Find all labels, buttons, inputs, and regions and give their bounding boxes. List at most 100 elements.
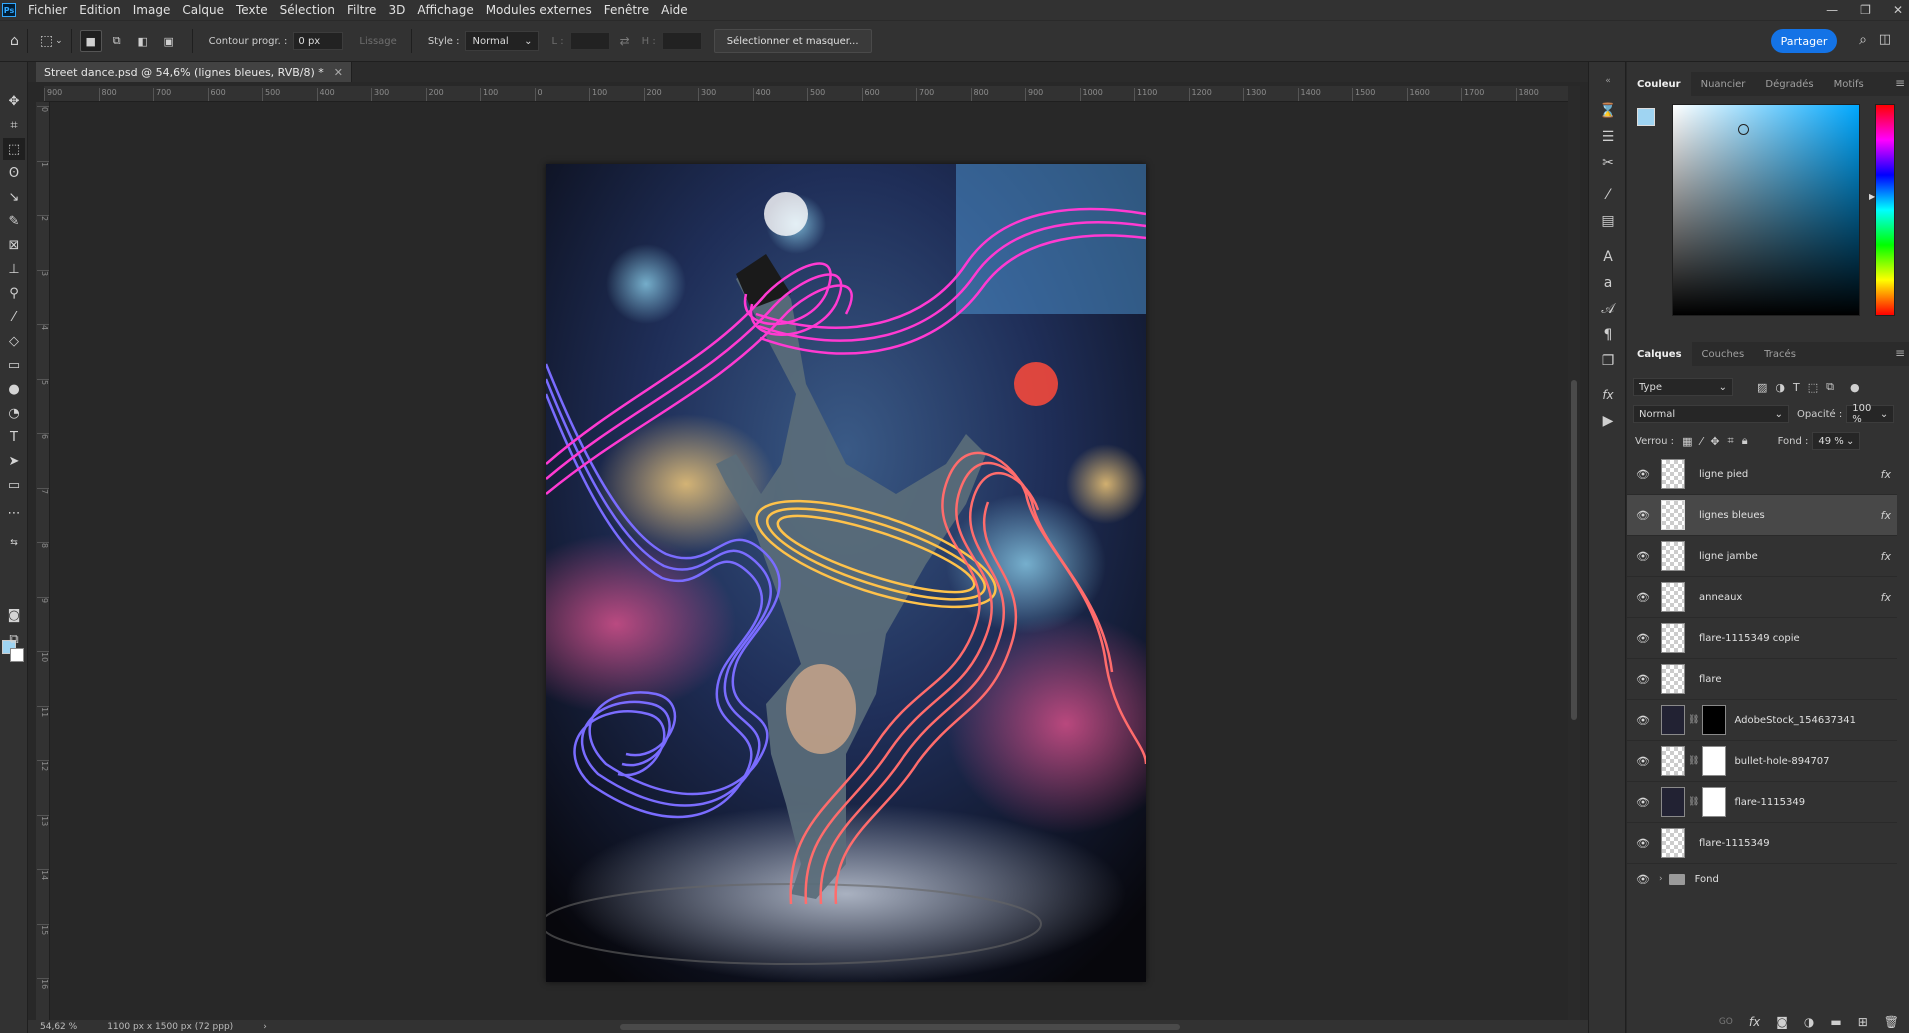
search-icon[interactable]: ⌕ bbox=[1859, 32, 1867, 48]
layer-row-ligne-jambe[interactable]: 👁︎ ligne jambe fx bbox=[1627, 536, 1897, 577]
fx-icon[interactable]: fx bbox=[1881, 468, 1891, 481]
history-icon[interactable]: ⌛ bbox=[1597, 100, 1619, 122]
fx-icon[interactable]: fx bbox=[1881, 591, 1891, 604]
tab-couleur[interactable]: Couleur bbox=[1627, 72, 1691, 96]
filter-type-icon[interactable]: T bbox=[1793, 381, 1800, 394]
background-color-swatch[interactable] bbox=[10, 648, 24, 662]
eye-icon[interactable]: 👁︎ bbox=[1631, 632, 1655, 645]
menu-affichage[interactable]: Affichage bbox=[417, 3, 473, 17]
eye-icon[interactable]: 👁︎ bbox=[1631, 796, 1655, 809]
close-tab-icon[interactable]: ✕ bbox=[334, 66, 343, 79]
chevron-right-icon[interactable]: › bbox=[263, 1022, 267, 1032]
tools-scissors-icon[interactable]: ✂ bbox=[1597, 152, 1619, 174]
menu-fenetre[interactable]: Fenêtre bbox=[604, 3, 649, 17]
eye-icon[interactable]: 👁︎ bbox=[1631, 714, 1655, 727]
layer-row-lignes-bleues[interactable]: 👁︎ lignes bleues fx bbox=[1627, 495, 1897, 536]
lock-all-icon[interactable]: 🔒︎ bbox=[1742, 434, 1748, 448]
lock-pixels-icon[interactable]: ⁄ bbox=[1700, 435, 1702, 448]
layer-row-flare-1115349-masked[interactable]: 👁︎ ⛓︎ flare-1115349 bbox=[1627, 782, 1897, 823]
screen-mode-icon[interactable]: ⧉ bbox=[3, 628, 25, 650]
delete-layer-icon[interactable]: 🗑︎ bbox=[1884, 1015, 1899, 1029]
eye-icon[interactable]: 👁︎ bbox=[1631, 550, 1655, 563]
adjustments-icon[interactable]: ☰ bbox=[1597, 126, 1619, 148]
menu-3d[interactable]: 3D bbox=[388, 3, 405, 17]
menu-aide[interactable]: Aide bbox=[661, 3, 688, 17]
minimize-icon[interactable]: — bbox=[1826, 3, 1838, 17]
select-and-mask-button[interactable]: Sélectionner et masquer... bbox=[713, 29, 872, 53]
home-icon[interactable]: ⌂ bbox=[10, 33, 19, 49]
tab-nuancier[interactable]: Nuancier bbox=[1691, 72, 1756, 96]
color-picker-field[interactable] bbox=[1672, 104, 1860, 316]
menu-modules-externes[interactable]: Modules externes bbox=[486, 3, 592, 17]
filter-pixel-icon[interactable]: ▨ bbox=[1757, 381, 1767, 394]
panel-menu-icon[interactable]: ≡ bbox=[1895, 346, 1905, 360]
eye-icon[interactable]: 👁︎ bbox=[1631, 837, 1655, 850]
blur-tool-icon[interactable]: ● bbox=[3, 378, 25, 400]
menu-image[interactable]: Image bbox=[133, 3, 171, 17]
layer-group-fond[interactable]: 👁︎ › Fond bbox=[1627, 864, 1897, 894]
character-styles-icon[interactable]: 𝒜 bbox=[1597, 298, 1619, 320]
filter-smart-object-icon[interactable]: ⧉ bbox=[1826, 380, 1834, 394]
stamp-tool-icon[interactable]: ⊥ bbox=[3, 258, 25, 280]
layer-row-anneaux[interactable]: 👁︎ anneaux fx bbox=[1627, 577, 1897, 618]
eye-icon[interactable]: 👁︎ bbox=[1631, 673, 1655, 686]
lock-transparency-icon[interactable]: ▦ bbox=[1682, 435, 1692, 448]
paragraph-icon[interactable]: ¶ bbox=[1597, 324, 1619, 346]
move-tool-icon[interactable]: ✥ bbox=[3, 90, 25, 112]
tab-calques[interactable]: Calques bbox=[1627, 342, 1692, 366]
frame-tool-icon[interactable]: ⊠ bbox=[3, 234, 25, 256]
color-picker-cursor[interactable] bbox=[1738, 124, 1749, 135]
chevron-down-icon[interactable]: ⌄ bbox=[55, 36, 63, 46]
restore-icon[interactable]: ❐ bbox=[1860, 3, 1871, 17]
crop-tool-icon[interactable]: ⌗ bbox=[3, 114, 25, 136]
chain-link-icon[interactable]: ⛓︎ bbox=[1688, 715, 1699, 725]
layer-filter-select[interactable]: Type ⌄ bbox=[1633, 378, 1733, 396]
fx-icon[interactable]: fx bbox=[1881, 550, 1891, 563]
brush-tool-icon[interactable]: ⁄ bbox=[3, 306, 25, 328]
dodge-tool-icon[interactable]: ◔ bbox=[3, 402, 25, 424]
character-icon[interactable]: A bbox=[1597, 246, 1619, 268]
tab-traces[interactable]: Tracés bbox=[1754, 342, 1806, 366]
link-layers-button[interactable]: GO bbox=[1719, 1017, 1733, 1027]
layer-row-flare-1115349[interactable]: 👁︎ flare-1115349 bbox=[1627, 823, 1897, 864]
add-layer-style-icon[interactable]: fx bbox=[1749, 1015, 1760, 1029]
more-tools-icon[interactable]: ⋯ bbox=[3, 502, 25, 524]
horizontal-scrollbar-thumb[interactable] bbox=[620, 1024, 1180, 1030]
chain-link-icon[interactable]: ⛓︎ bbox=[1688, 756, 1699, 766]
feather-input[interactable]: 0 px bbox=[293, 32, 344, 50]
tab-couches[interactable]: Couches bbox=[1692, 342, 1755, 366]
marquee-tool-icon[interactable]: ⬚ bbox=[3, 138, 25, 160]
rectangle-tool-icon[interactable]: ▭ bbox=[3, 474, 25, 496]
eyedropper-tool-icon[interactable]: ⚲ bbox=[3, 282, 25, 304]
filter-toggle-icon[interactable]: ● bbox=[1850, 381, 1860, 394]
lock-position-icon[interactable]: ✥ bbox=[1710, 435, 1719, 448]
menu-texte[interactable]: Texte bbox=[236, 3, 268, 17]
swap-colors-icon[interactable]: ⇆ bbox=[3, 532, 25, 554]
new-adjustment-layer-icon[interactable]: ◑ bbox=[1804, 1015, 1814, 1029]
chevron-right-icon[interactable]: › bbox=[1659, 874, 1663, 884]
path-selection-tool-icon[interactable]: ➤ bbox=[3, 450, 25, 472]
lasso-tool-icon[interactable]: ʘ bbox=[3, 162, 25, 184]
menu-fichier[interactable]: Fichier bbox=[28, 3, 67, 17]
eye-icon[interactable]: 👁︎ bbox=[1631, 509, 1655, 522]
layer-mask-thumbnail[interactable] bbox=[1702, 746, 1727, 776]
glyphs-icon[interactable]: a bbox=[1597, 272, 1619, 294]
gradient-tool-icon[interactable]: ▭ bbox=[3, 354, 25, 376]
layer-row-bullet-hole[interactable]: 👁︎ ⛓︎ bullet-hole-894707 bbox=[1627, 741, 1897, 782]
height-input[interactable] bbox=[661, 32, 702, 50]
collapse-arrows-icon[interactable]: « bbox=[1597, 70, 1619, 92]
eye-icon[interactable]: 👁︎ bbox=[1631, 591, 1655, 604]
new-layer-icon[interactable]: ⊞ bbox=[1858, 1015, 1868, 1029]
document-canvas-image[interactable] bbox=[546, 164, 1146, 982]
intersect-selection-icon[interactable]: ▣ bbox=[158, 30, 180, 52]
add-selection-icon[interactable]: ⧉ bbox=[106, 30, 128, 52]
share-button[interactable]: Partager bbox=[1771, 29, 1837, 53]
eye-icon[interactable]: 👁︎ bbox=[1631, 468, 1655, 481]
layer-mask-thumbnail[interactable] bbox=[1702, 787, 1727, 817]
eraser-tool-icon[interactable]: ◇ bbox=[3, 330, 25, 352]
close-icon[interactable]: ✕ bbox=[1893, 3, 1903, 17]
antialias-checkbox[interactable]: Lissage bbox=[359, 36, 396, 47]
pen-path-tool-icon[interactable]: ↘ bbox=[3, 186, 25, 208]
filter-shape-icon[interactable]: ⬚ bbox=[1808, 381, 1818, 394]
actions-play-icon[interactable]: ▶ bbox=[1597, 410, 1619, 432]
